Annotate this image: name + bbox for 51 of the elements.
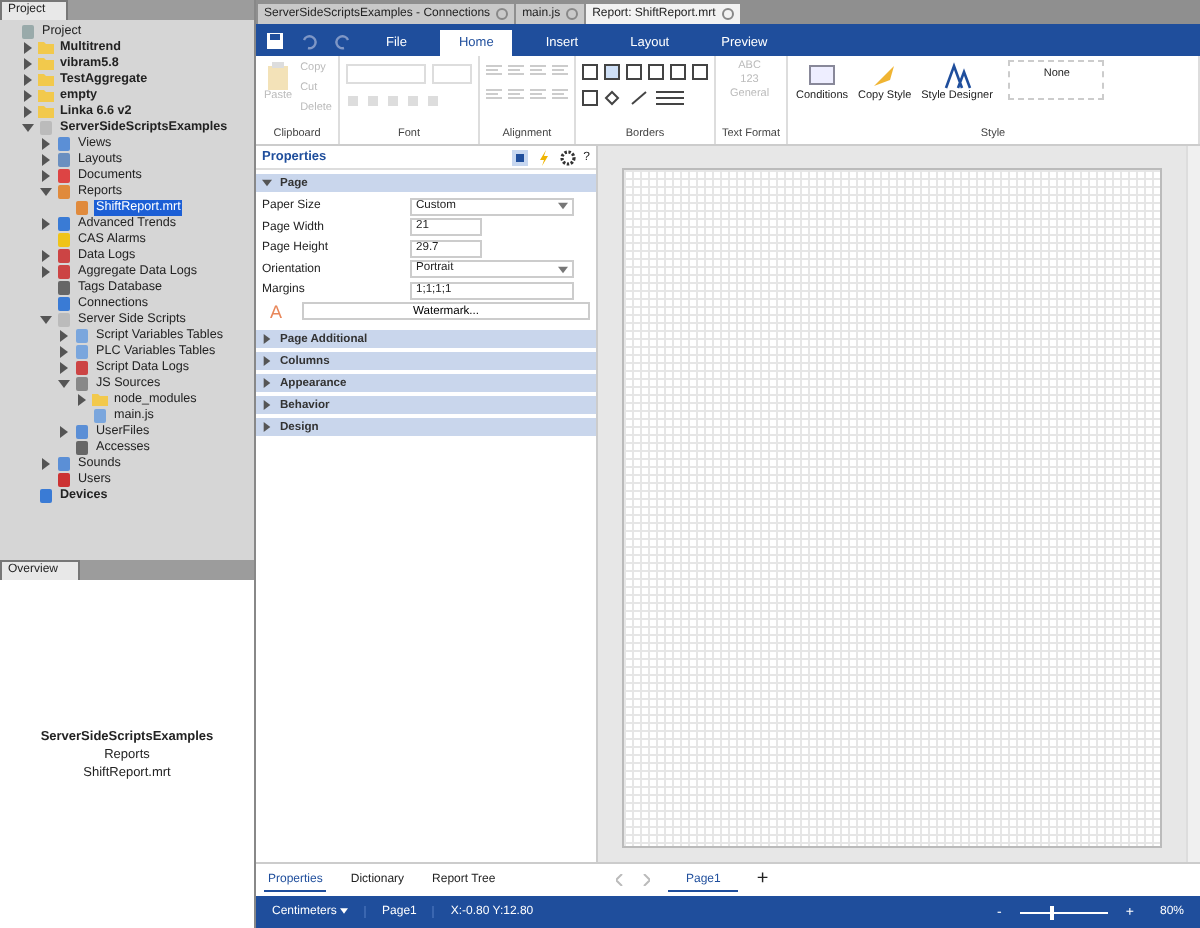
expand-icon[interactable] [58, 426, 70, 438]
watermark-icon: A [262, 301, 302, 321]
expand-icon[interactable] [76, 394, 88, 406]
expand-icon[interactable] [22, 74, 34, 86]
expand-icon[interactable] [58, 362, 70, 374]
settings-icon[interactable] [559, 149, 576, 165]
expand-icon[interactable] [58, 330, 70, 342]
expand-icon[interactable] [40, 170, 52, 182]
slider-thumb[interactable] [1050, 905, 1055, 919]
font-name-field[interactable] [345, 64, 426, 84]
expand-icon[interactable] [22, 42, 34, 54]
expand-icon[interactable] [262, 378, 272, 388]
close-icon[interactable] [721, 8, 734, 20]
expand-icon[interactable] [22, 58, 34, 70]
expand-icon[interactable] [262, 178, 272, 188]
expand-icon[interactable] [40, 218, 52, 230]
grid-icon[interactable] [511, 149, 528, 165]
table-icon [808, 62, 837, 90]
pen-icon[interactable] [629, 90, 650, 106]
expand-icon[interactable] [22, 90, 34, 102]
font-size-field[interactable] [431, 64, 472, 84]
expand-icon[interactable] [22, 106, 34, 118]
fill-color-icon[interactable] [603, 90, 624, 106]
expand-icon[interactable] [40, 458, 52, 470]
caret-icon [340, 908, 349, 914]
redo-icon[interactable] [334, 31, 352, 49]
expand-icon[interactable] [40, 186, 52, 198]
line-style-icon[interactable] [655, 90, 688, 106]
expand-icon[interactable] [58, 346, 70, 358]
expand-icon[interactable] [40, 138, 52, 150]
expand-icon[interactable] [40, 314, 52, 326]
expand-icon[interactable] [58, 378, 70, 390]
caret-icon [558, 265, 568, 273]
brush-icon [870, 62, 899, 90]
letters-icon [943, 62, 972, 90]
expand-icon[interactable] [262, 356, 272, 366]
add-page-button[interactable]: + [756, 870, 769, 890]
scrollbar[interactable] [1186, 146, 1200, 862]
caret-icon [558, 202, 568, 210]
undo-icon[interactable] [300, 31, 318, 49]
item-icon [20, 24, 36, 40]
expand-icon[interactable] [22, 122, 34, 134]
expand-icon[interactable] [40, 154, 52, 166]
expand-icon[interactable] [40, 266, 52, 278]
expand-icon[interactable] [262, 422, 272, 432]
folder-icon [92, 392, 108, 408]
save-icon[interactable] [266, 31, 284, 49]
expand-icon[interactable] [262, 334, 272, 344]
expand-icon[interactable] [40, 250, 52, 262]
expand-icon[interactable] [262, 400, 272, 410]
clipboard-icon [266, 62, 291, 90]
